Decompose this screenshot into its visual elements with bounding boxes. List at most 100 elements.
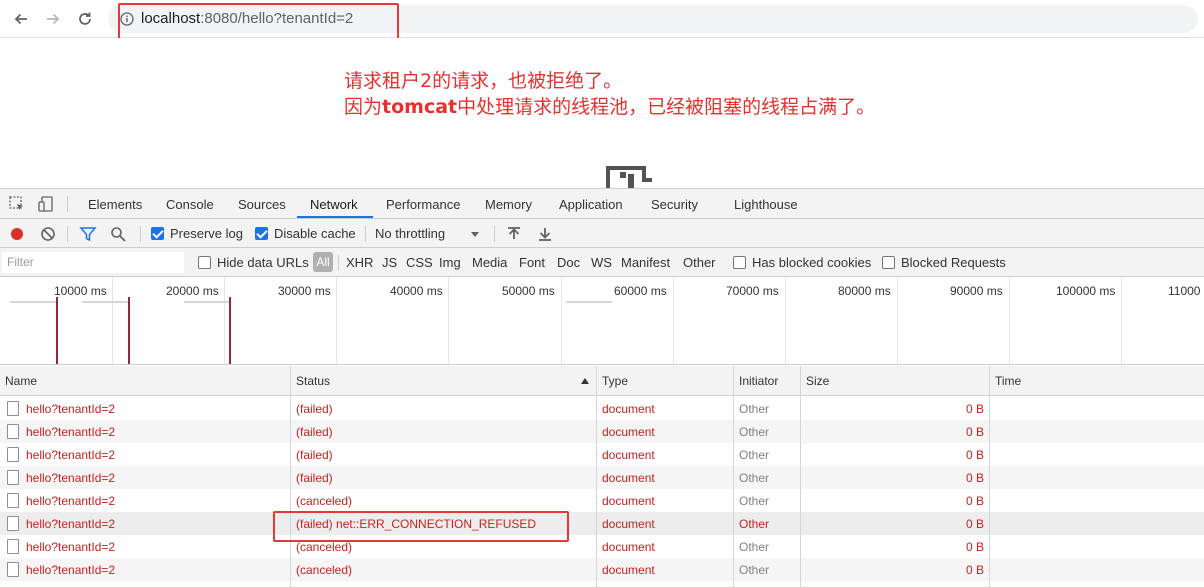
overview-label: 10000 ms (54, 284, 107, 298)
filter-manifest[interactable]: Manifest (621, 255, 670, 270)
column-divider[interactable] (800, 366, 801, 587)
disable-cache-checkbox[interactable] (255, 227, 268, 240)
overview-label: 100000 ms (1056, 284, 1116, 298)
overview-gridline (1009, 277, 1010, 364)
table-row[interactable]: hello?tenantId=2 (canceled) document Oth… (0, 558, 1204, 581)
document-icon (7, 424, 19, 439)
filter-font[interactable]: Font (519, 255, 545, 270)
column-header-size[interactable]: Size (806, 374, 829, 388)
export-har-icon[interactable] (536, 225, 554, 243)
row-type: document (602, 471, 655, 485)
overview-load-marker (128, 297, 130, 364)
annotation-line-2-bold: tomcat (382, 96, 458, 118)
column-divider[interactable] (989, 366, 990, 587)
overview-gridline (224, 277, 225, 364)
filter-ws[interactable]: WS (591, 255, 612, 270)
row-size: 0 B (965, 471, 984, 485)
filter-other[interactable]: Other (683, 255, 716, 270)
filter-media[interactable]: Media (472, 255, 507, 270)
filter-input[interactable]: Filter (2, 252, 184, 273)
filter-js[interactable]: JS (382, 255, 397, 270)
blocked-requests-label: Blocked Requests (901, 255, 1006, 270)
reload-button[interactable] (74, 8, 96, 30)
table-row[interactable]: hello?tenantId=2 (failed) document Other… (0, 420, 1204, 443)
row-name[interactable]: hello?tenantId=2 (26, 494, 115, 508)
tab-network[interactable]: Network (310, 197, 358, 212)
inspect-element-icon[interactable] (8, 195, 26, 213)
table-row[interactable]: hello?tenantId=2 (canceled) document Oth… (0, 489, 1204, 512)
table-row[interactable]: hello?tenantId=2 (canceled) document Oth… (0, 535, 1204, 558)
overview-label: 11000 (1168, 284, 1201, 298)
tab-application[interactable]: Application (559, 197, 623, 212)
row-type: document (602, 494, 655, 508)
row-name[interactable]: hello?tenantId=2 (26, 425, 115, 439)
overview-label: 70000 ms (726, 284, 779, 298)
row-status: (failed) (296, 471, 333, 485)
row-size: 0 B (965, 563, 984, 577)
table-row[interactable]: hello?tenantId=2 (failed) document Other… (0, 466, 1204, 489)
network-overview[interactable]: 10000 ms 20000 ms 30000 ms 40000 ms 5000… (0, 277, 1204, 365)
filter-icon[interactable] (79, 225, 97, 243)
record-icon[interactable] (8, 225, 26, 243)
document-icon (7, 516, 19, 531)
table-row[interactable]: hello?tenantId=2 (failed) document Other… (0, 397, 1204, 420)
column-header-name[interactable]: Name (5, 374, 37, 388)
tab-sources[interactable]: Sources (238, 197, 286, 212)
blocked-requests-checkbox[interactable] (882, 256, 895, 269)
row-status: (failed) (296, 448, 333, 462)
column-divider[interactable] (733, 366, 734, 587)
tab-lighthouse[interactable]: Lighthouse (734, 197, 798, 212)
sort-ascending-icon (581, 378, 589, 384)
filter-css[interactable]: CSS (406, 255, 433, 270)
column-divider[interactable] (596, 366, 597, 587)
dropdown-triangle-icon[interactable] (468, 225, 482, 243)
column-header-type[interactable]: Type (602, 374, 628, 388)
overview-request-bar (10, 301, 56, 303)
row-type: document (602, 540, 655, 554)
row-name[interactable]: hello?tenantId=2 (26, 471, 115, 485)
row-name[interactable]: hello?tenantId=2 (26, 448, 115, 462)
tab-elements[interactable]: Elements (88, 197, 142, 212)
tab-performance[interactable]: Performance (386, 197, 460, 212)
forward-button[interactable] (42, 8, 64, 30)
reload-icon (79, 12, 91, 25)
annotation-text: 请求租户2的请求，也被拒绝了。 因为tomcat中处理请求的线程池，已经被阻塞的… (344, 68, 875, 120)
back-button[interactable] (10, 8, 32, 30)
filter-doc[interactable]: Doc (557, 255, 580, 270)
search-icon[interactable] (109, 225, 127, 243)
row-name[interactable]: hello?tenantId=2 (26, 402, 115, 416)
error-highlight-box (273, 511, 569, 542)
device-toolbar-icon[interactable] (37, 195, 55, 213)
annotation-line-2-prefix: 因为 (344, 96, 383, 118)
column-header-time[interactable]: Time (995, 374, 1021, 388)
preserve-log-checkbox[interactable] (151, 227, 164, 240)
import-har-icon[interactable] (505, 225, 523, 243)
filterbar-separator (338, 255, 339, 271)
row-name[interactable]: hello?tenantId=2 (26, 517, 115, 531)
filter-img[interactable]: Img (439, 255, 461, 270)
filter-xhr[interactable]: XHR (346, 255, 373, 270)
filter-all-button[interactable]: All (313, 252, 333, 272)
tab-console[interactable]: Console (166, 197, 214, 212)
tab-security[interactable]: Security (651, 197, 698, 212)
overview-gridline (1121, 277, 1122, 364)
overview-gridline (785, 277, 786, 364)
table-row[interactable]: hello?tenantId=2 (failed) net::ERR_CONNE… (0, 512, 1204, 535)
table-row[interactable]: hello?tenantId=2 (failed) document Other… (0, 443, 1204, 466)
tab-memory[interactable]: Memory (485, 197, 532, 212)
column-header-initiator[interactable]: Initiator (739, 374, 778, 388)
clear-icon[interactable] (39, 225, 57, 243)
arrow-left-icon (14, 13, 27, 25)
column-header-status[interactable]: Status (296, 374, 330, 388)
toolbar-separator (365, 226, 366, 242)
document-icon (7, 401, 19, 416)
hide-data-urls-checkbox[interactable] (198, 256, 211, 269)
row-name[interactable]: hello?tenantId=2 (26, 540, 115, 554)
row-name[interactable]: hello?tenantId=2 (26, 563, 115, 577)
has-blocked-cookies-checkbox[interactable] (733, 256, 746, 269)
tabbar-separator (67, 196, 68, 212)
throttling-select[interactable]: No throttling (375, 226, 445, 241)
column-divider[interactable] (290, 366, 291, 587)
document-icon (7, 447, 19, 462)
disable-cache-label: Disable cache (274, 226, 356, 241)
